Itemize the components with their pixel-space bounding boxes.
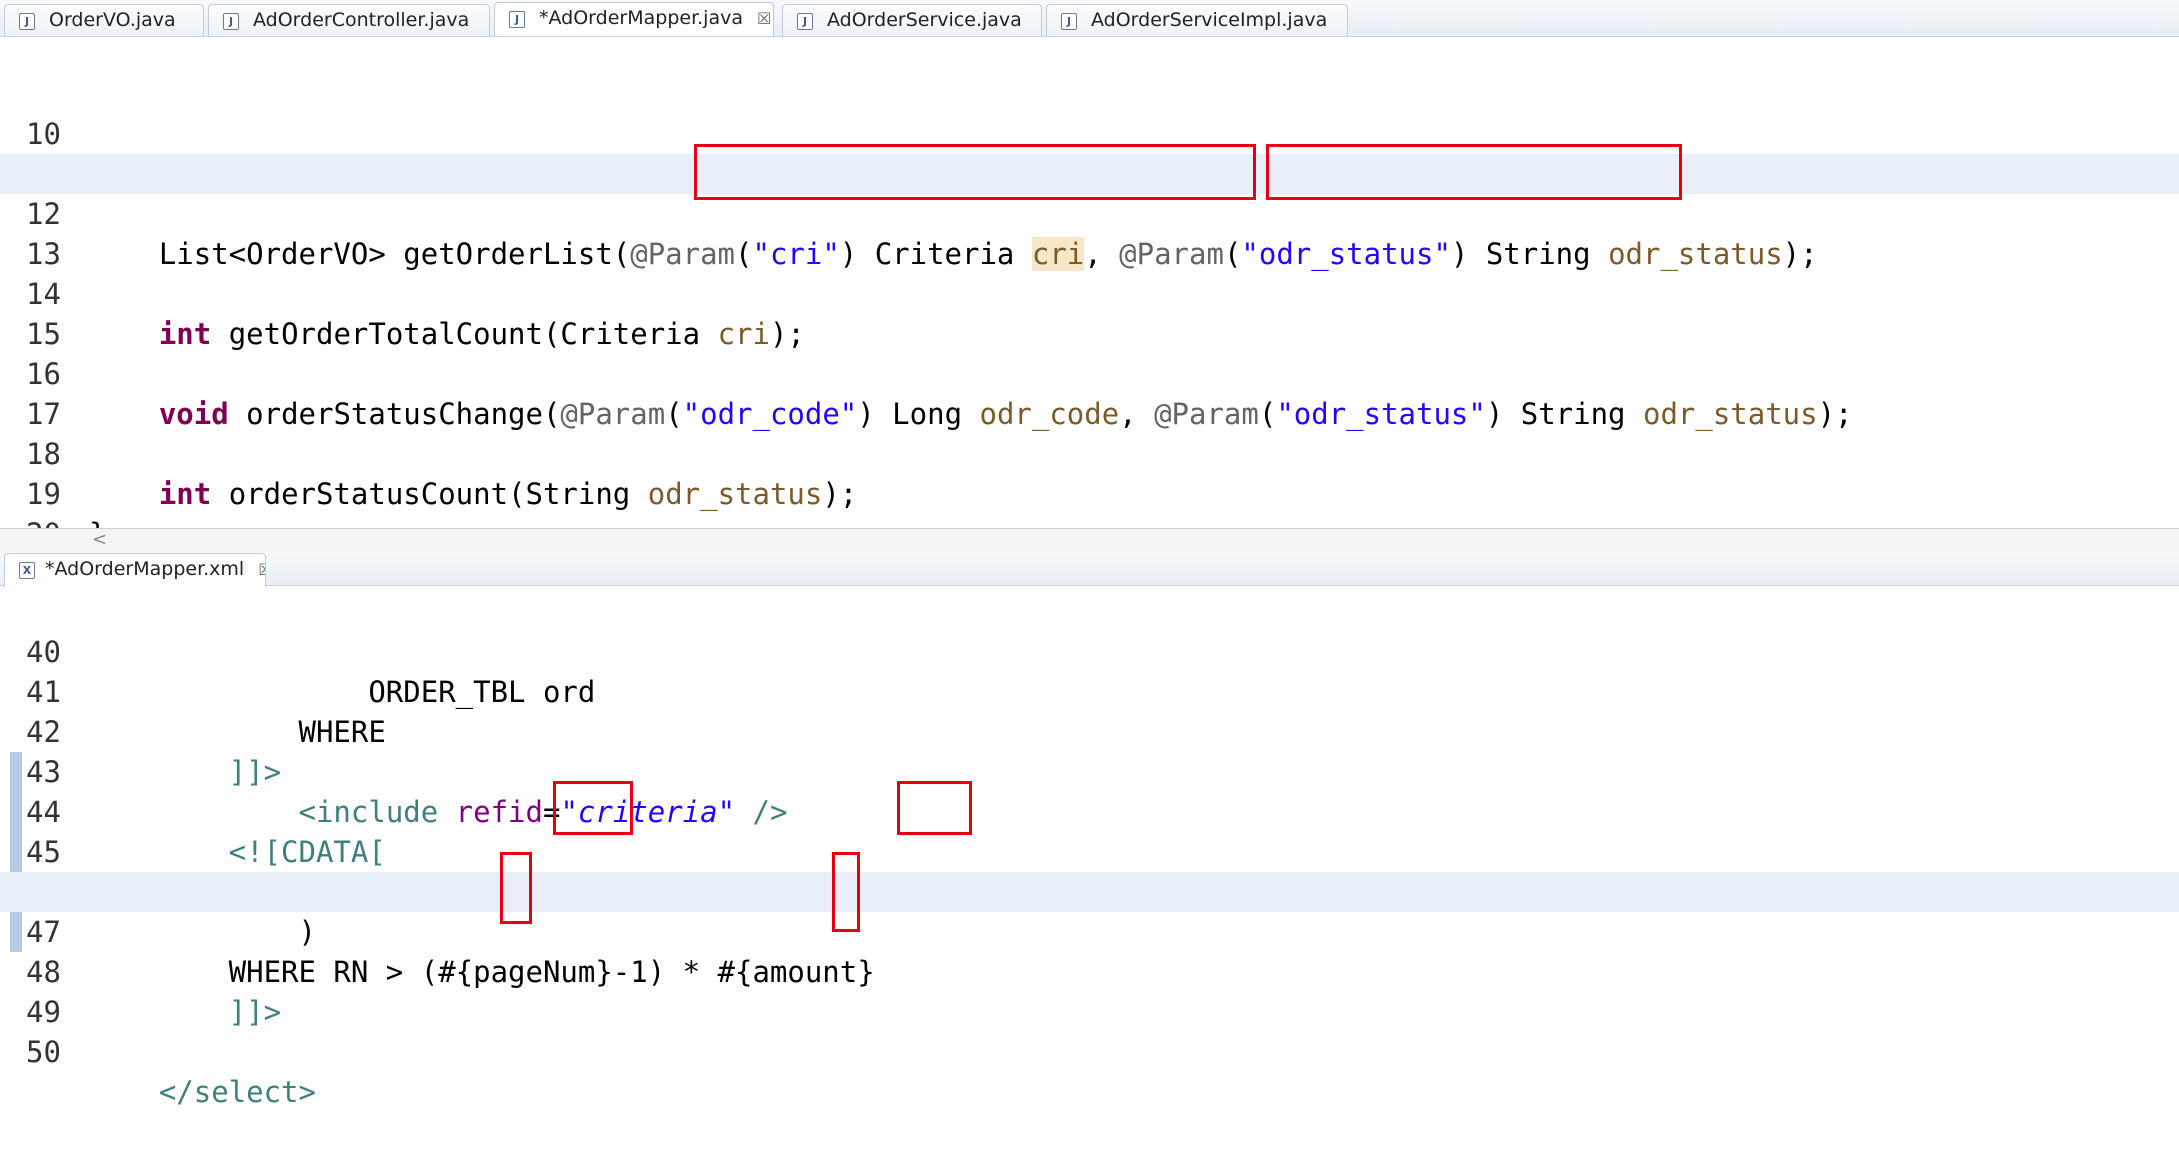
tab-label: AdOrderService.java: [827, 9, 1022, 31]
code-line: 50 </select>: [0, 992, 2179, 1109]
code-line: 46 ): [0, 832, 2179, 949]
code-line: 14 int getOrderTotalCount(Criteria cri);: [0, 234, 2179, 351]
java-file-icon: J: [1061, 13, 1077, 30]
tab-label: *AdOrderMapper.xml: [45, 558, 245, 580]
tab-ordervo-java[interactable]: J OrderVO.java: [4, 4, 204, 36]
tab-label: *AdOrderMapper.java: [539, 7, 743, 29]
code-line: 10 public interface AdOrderMapper {: [0, 74, 2179, 191]
java-file-icon: J: [19, 13, 35, 30]
highlight-box-pagenum-brace: [500, 852, 532, 924]
tab-label: OrderVO.java: [49, 9, 176, 31]
code-line: 41 WHERE: [0, 632, 2179, 749]
code-line: 44 <![CDATA[: [0, 752, 2179, 869]
code-line: 40 ORDER_TBL ord: [0, 592, 2179, 709]
xml-file-icon: X: [19, 562, 35, 579]
editor-tab-bar: J OrderVO.java J AdOrderController.java …: [0, 0, 2179, 37]
line-text: </select>: [89, 1075, 316, 1109]
tab-adorderservice-java[interactable]: J AdOrderService.java: [782, 4, 1042, 36]
highlight-box-cri-param: [694, 144, 1256, 200]
code-line: 48 ]]>: [0, 912, 2179, 1029]
java-file-icon: J: [509, 11, 525, 28]
close-tab-icon[interactable]: ☒: [757, 9, 771, 28]
tab-adordercontroller-java[interactable]: J AdOrderController.java: [208, 4, 490, 36]
code-line: 45 ROWNUM <= #{cri.pageNum} * #{cri.amou…: [0, 792, 2179, 909]
highlight-box-odr-status-param: [1266, 144, 1682, 200]
scroll-left-icon[interactable]: <: [92, 529, 107, 551]
highlight-box-cri-pagenum: [553, 781, 633, 835]
code-line-current: 47 WHERE RN > (#{pageNum}-1) * #{amount}: [0, 872, 2179, 989]
tab-adorderserviceimpl-java[interactable]: J AdOrderServiceImpl.java: [1046, 4, 1348, 36]
code-line: 49: [0, 952, 2179, 1029]
horizontal-scrollbar[interactable]: <: [0, 528, 2179, 552]
tab-adordermapper-xml[interactable]: X *AdOrderMapper.xml ☒: [4, 553, 266, 587]
code-line: 20: [0, 474, 2179, 551]
highlight-box-cri-amount: [897, 781, 972, 835]
code-line: 17: [0, 354, 2179, 431]
code-line: 43 <include refid="criteria" />: [0, 712, 2179, 829]
code-line: 19 }: [0, 434, 2179, 551]
line-number: 50: [26, 1035, 61, 1069]
java-file-icon: J: [223, 13, 239, 30]
code-line: 15: [0, 274, 2179, 351]
xml-tab-bar: X *AdOrderMapper.xml ☒: [0, 551, 2179, 587]
close-tab-icon[interactable]: ☒: [258, 560, 265, 579]
code-line: 16 void orderStatusChange(@Param("odr_co…: [0, 314, 2179, 431]
highlight-box-amount-brace: [832, 852, 860, 932]
code-line: 13: [0, 194, 2179, 271]
tab-adordermapper-java[interactable]: J *AdOrderMapper.java ☒: [494, 2, 774, 36]
java-file-icon: J: [797, 13, 813, 30]
code-line: 42 ]]>: [0, 672, 2179, 789]
tab-label: AdOrderController.java: [253, 9, 470, 31]
tab-label: AdOrderServiceImpl.java: [1091, 9, 1328, 31]
code-line: 18 int orderStatusCount(String odr_statu…: [0, 394, 2179, 511]
